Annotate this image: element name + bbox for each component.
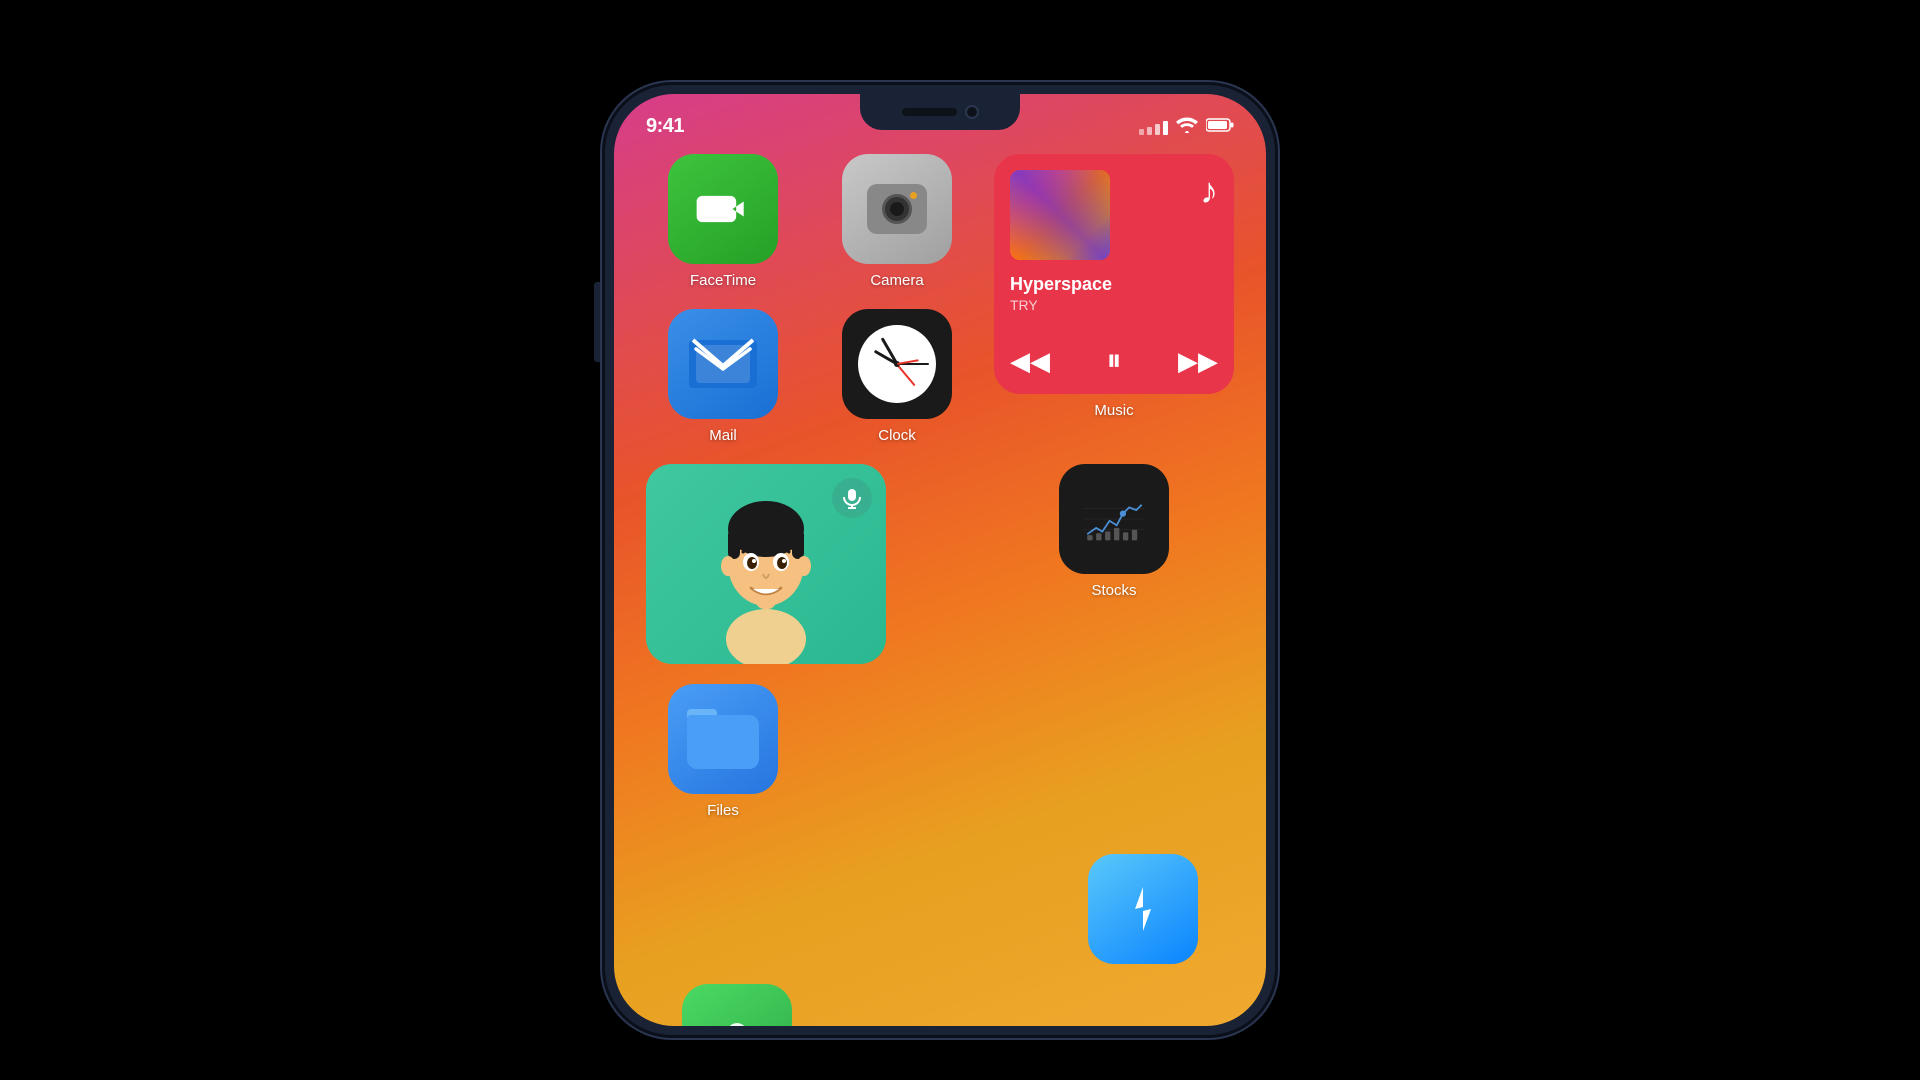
facetime-label: FaceTime: [690, 272, 756, 289]
facetime-icon[interactable]: [668, 154, 778, 264]
testflight-app[interactable]: [1051, 854, 1234, 964]
battery-icon: [1206, 117, 1234, 138]
app-grid: FaceTime Camera: [646, 154, 1234, 819]
music-pause-button[interactable]: ⏸: [1107, 344, 1122, 378]
wifi-icon: [1176, 117, 1198, 138]
music-title: Hyperspace: [1010, 274, 1218, 295]
stocks-app[interactable]: Stocks: [994, 464, 1234, 664]
files-icon[interactable]: [668, 684, 778, 794]
clock-label: Clock: [878, 427, 916, 444]
camera-label: Camera: [870, 272, 923, 289]
findmy-icon[interactable]: [682, 984, 792, 1026]
music-info: Hyperspace TRY: [1010, 274, 1218, 313]
mail-icon[interactable]: [668, 309, 778, 419]
mail-app[interactable]: Mail: [646, 309, 800, 444]
phone-container: 9:41: [600, 80, 1280, 1040]
music-next-button[interactable]: ▶▶: [1178, 346, 1218, 377]
status-time: 9:41: [646, 115, 684, 138]
facetime-app[interactable]: FaceTime: [646, 154, 800, 289]
testflight-icon[interactable]: [1088, 854, 1198, 964]
memoji-widget[interactable]: [646, 464, 974, 664]
camera-app[interactable]: Camera: [820, 154, 974, 289]
memoji-mic-badge: [832, 478, 872, 518]
mail-label: Mail: [709, 427, 737, 444]
phone-frame: 9:41: [600, 80, 1280, 1040]
music-artist: TRY: [1010, 297, 1218, 313]
music-album-art: [1010, 170, 1110, 260]
stocks-icon[interactable]: [1059, 464, 1169, 574]
camera-icon[interactable]: [842, 154, 952, 264]
music-widget-inner[interactable]: ♪ Hyperspace TRY ◀◀ ⏸ ▶▶: [994, 154, 1234, 394]
files-app[interactable]: Files: [646, 684, 800, 819]
music-controls: ◀◀ ⏸ ▶▶: [1010, 344, 1218, 378]
music-widget[interactable]: ♪ Hyperspace TRY ◀◀ ⏸ ▶▶ Music: [994, 154, 1234, 444]
stocks-chart: [1079, 494, 1149, 544]
phone-screen: 9:41: [614, 94, 1266, 1026]
clock-face: [858, 325, 936, 403]
files-folder: [687, 709, 759, 769]
notch: [860, 94, 1020, 130]
signal-icon: [1139, 121, 1168, 135]
front-camera: [965, 105, 979, 119]
findmy-app[interactable]: [646, 984, 829, 1026]
files-label: Files: [707, 802, 739, 819]
stocks-label: Stocks: [1091, 582, 1136, 599]
clock-app[interactable]: Clock: [820, 309, 974, 444]
clock-icon[interactable]: [842, 309, 952, 419]
music-prev-button[interactable]: ◀◀: [1010, 346, 1050, 377]
speaker-grille: [902, 108, 957, 116]
memoji-inner[interactable]: [646, 464, 886, 664]
status-icons: [1139, 117, 1234, 138]
music-label: Music: [1094, 402, 1133, 419]
music-note-icon: ♪: [1200, 170, 1218, 212]
bottom-row-apps: [646, 854, 1234, 1026]
